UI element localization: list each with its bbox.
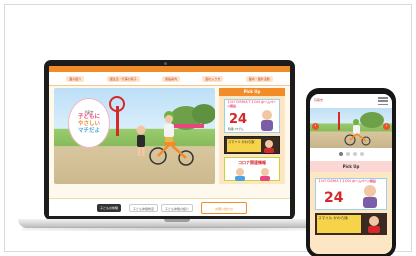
character-icon	[261, 110, 273, 131]
laptop-shadow	[22, 227, 318, 231]
phone-device: 鳥取市 ‹ › Pick Up ＩＮＦＯＲＭＡＴＩＯＮ ホームページ開設 24 …	[306, 88, 396, 256]
banner-number: 24	[229, 112, 248, 127]
camera-icon	[164, 62, 167, 65]
slide-dot[interactable]	[345, 152, 350, 156]
slide-dot[interactable]	[352, 152, 357, 156]
slide-dot[interactable]	[338, 152, 343, 156]
link-button[interactable]: 子どもの体験	[97, 204, 122, 212]
phone-header: 鳥取市	[310, 94, 392, 108]
nav-item[interactable]: 園の入り方	[202, 75, 224, 82]
slide-dot[interactable]	[359, 152, 364, 156]
pickup-panel: ＩＮＦＯＲＭＡＴＩＯＮ ホームページ開設 24 スマイル かわら版	[310, 172, 392, 254]
nav-item[interactable]: 園内・園外活動	[245, 75, 273, 82]
section-gap	[49, 186, 290, 198]
laptop-notch	[164, 219, 190, 222]
contact-button[interactable]: お問い合わせ	[201, 202, 247, 214]
pickup-banner-newsletter[interactable]: スマイル かわら版	[224, 136, 280, 154]
hero-photo: 鳥取市 子どもに やさしい マチだよ	[54, 88, 215, 184]
laptop-website: 園の紹介 園生活・行事の様子 施設案内 園の入り方 園内・園外活動 鳥取市 子ど…	[49, 66, 290, 216]
link-button[interactable]: 子ども体験の紹介	[161, 204, 194, 212]
next-slide-icon[interactable]: ›	[383, 123, 390, 130]
site-logo[interactable]: 鳥取市 子どもに やさしい マチだよ	[68, 98, 110, 148]
pickup-banner-covid[interactable]: コロナ関連情報	[224, 157, 280, 181]
phone-logo[interactable]: 鳥取市	[314, 98, 323, 102]
main-visual-area: 鳥取市 子どもに やさしい マチだよ Pick Up ＩＮＦＯＲＭＡＴＩＯＮ ホ…	[49, 86, 290, 186]
pickup-heading: Pick Up	[310, 161, 392, 172]
link-button[interactable]: 子ども体験教室	[129, 204, 159, 212]
prev-slide-icon[interactable]: ‹	[312, 123, 319, 130]
nav-item[interactable]: 園生活・行事の様子	[106, 75, 140, 82]
playground-illustration	[338, 112, 384, 146]
characters-icon	[235, 168, 270, 181]
nav-item[interactable]: 施設案内	[161, 75, 180, 82]
logo-line: マチだよ	[77, 128, 100, 135]
pickup-banner-24h[interactable]: ＩＮＦＯＲＭＡＴＩＯＮ ホームページ開設 24 時間いつでも	[224, 99, 280, 133]
phone-website: 鳥取市 ‹ › Pick Up ＩＮＦＯＲＭＡＴＩＯＮ ホームページ開設 24 …	[310, 94, 392, 254]
slide-indicator	[310, 150, 392, 158]
bottom-links-strip: 子どもの体験 子ども体験教室 子ども体験の紹介 お問い合わせ	[49, 198, 290, 216]
hamburger-menu-icon[interactable]	[378, 97, 388, 105]
banner-number: 24	[324, 190, 344, 206]
banner-subtext: 時間いつでも	[228, 128, 244, 131]
banner-heading: コロナ関連情報	[238, 160, 266, 165]
character-icon	[363, 185, 377, 208]
banner-text: スマイル かわら版	[227, 139, 261, 152]
phone-hero-photo: ‹ ›	[310, 108, 392, 148]
pickup-panel: Pick Up ＩＮＦＯＲＭＡＴＩＯＮ ホームページ開設 24 時間いつでも ス…	[219, 88, 285, 184]
nav-item[interactable]: 園の紹介	[66, 75, 85, 82]
pickup-banner-24h[interactable]: ＩＮＦＯＲＭＡＴＩＯＮ ホームページ開設 24	[315, 178, 387, 210]
global-nav: 園の紹介 園生活・行事の様子 施設案内 園の入り方 園内・園外活動	[49, 72, 290, 86]
laptop-screen: 園の紹介 園生活・行事の様子 施設案内 園の入り方 園内・園外活動 鳥取市 子ど…	[44, 60, 295, 220]
character-icon	[264, 140, 274, 153]
banner-text: スマイル かわら版	[317, 215, 361, 233]
character-icon	[368, 216, 380, 233]
pickup-heading: Pick Up	[219, 88, 285, 96]
pickup-banner-newsletter[interactable]: スマイル かわら版	[315, 213, 387, 235]
